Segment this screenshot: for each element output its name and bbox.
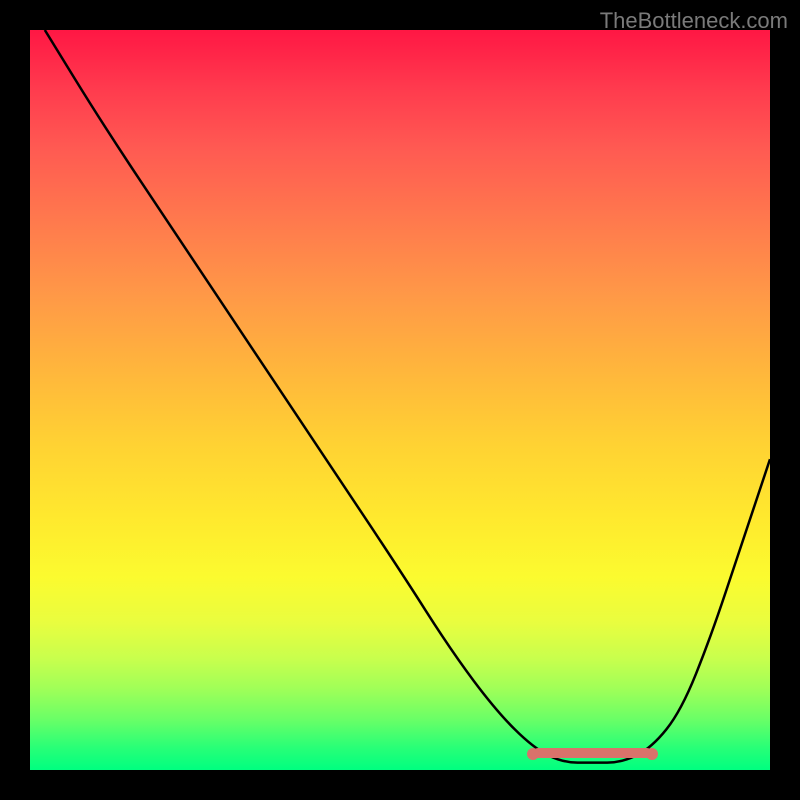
curve-path <box>45 30 770 763</box>
flat-region-dot-right <box>646 748 658 760</box>
curve-svg <box>30 30 770 770</box>
watermark-text: TheBottleneck.com <box>600 8 788 34</box>
flat-region-marker <box>533 748 651 758</box>
plot-area <box>30 30 770 770</box>
